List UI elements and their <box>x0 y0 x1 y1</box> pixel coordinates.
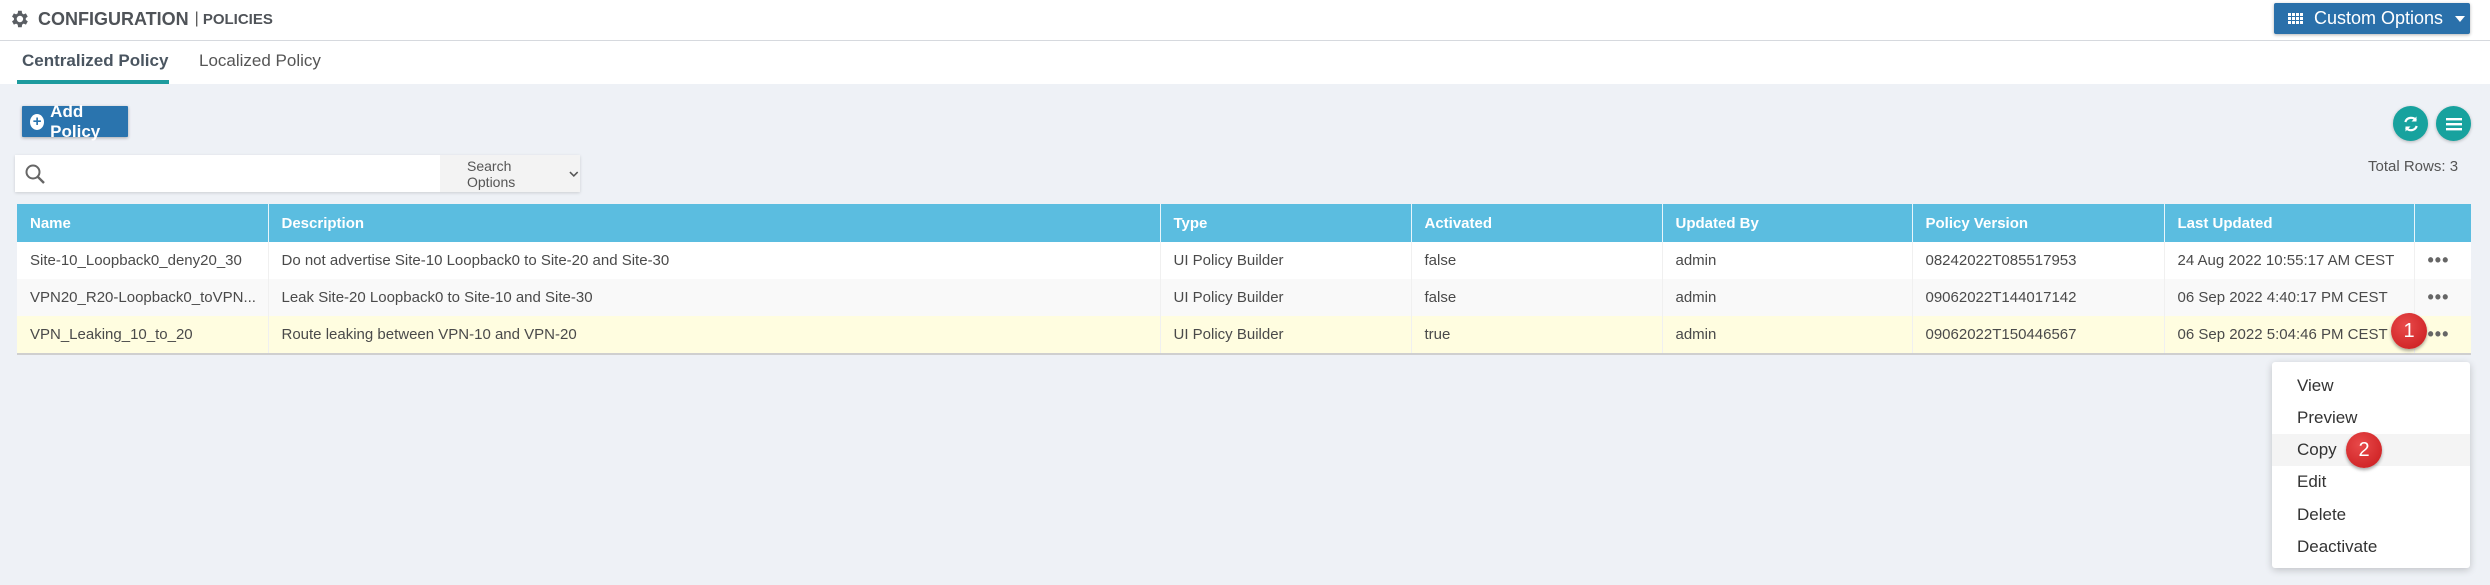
menu-item-preview[interactable]: Preview <box>2272 402 2470 434</box>
total-rows-count: Total Rows: 3 <box>2368 158 2459 175</box>
refresh-button[interactable] <box>2393 106 2428 141</box>
search-bar: Search Options <box>15 155 580 192</box>
menu-item-view[interactable]: View <box>2272 370 2470 402</box>
menu-item-label: View <box>2297 376 2334 395</box>
cell-activated: false <box>1411 242 1663 279</box>
cell-description: Route leaking between VPN-10 and VPN-20 <box>268 316 1161 355</box>
search-options-label: Search Options <box>467 157 516 190</box>
plus-circle-icon: + <box>30 113 45 130</box>
cell-policy-version: 09062022T144017142 <box>1912 279 2165 316</box>
custom-options-button[interactable]: Custom Options <box>2274 3 2470 34</box>
menu-item-label: Delete <box>2297 505 2347 524</box>
active-tab-indicator <box>17 80 169 84</box>
menu-item-edit[interactable]: Edit <box>2272 466 2470 498</box>
add-policy-label: Add Policy <box>50 101 101 141</box>
step-badge-2: 2 <box>2346 432 2382 468</box>
menu-item-delete[interactable]: Delete <box>2272 499 2470 531</box>
page-title: CONFIGURATION | POLICIES <box>8 8 273 30</box>
cell-description: Leak Site-20 Loopback0 to Site-10 and Si… <box>268 279 1161 316</box>
table-row[interactable]: Site-10_Loopback0_deny20_30 Do not adver… <box>17 242 2471 279</box>
cell-activated: false <box>1411 279 1663 316</box>
gear-icon <box>12 10 28 28</box>
cell-policy-version: 09062022T150446567 <box>1912 316 2165 355</box>
custom-options-label: Custom Options <box>2314 8 2444 28</box>
column-header-name[interactable]: Name <box>17 204 269 242</box>
menu-item-label: Copy <box>2297 440 2337 459</box>
tab-centralized-policy[interactable]: Centralized Policy <box>22 51 168 71</box>
more-actions-button[interactable]: ••• <box>2428 324 2450 344</box>
column-header-activated[interactable]: Activated <box>1411 204 1663 242</box>
page-subtitle: POLICIES <box>202 10 273 28</box>
cell-name: VPN_Leaking_10_to_20 <box>17 316 269 355</box>
refresh-icon <box>2403 116 2418 131</box>
cell-description: Do not advertise Site-10 Loopback0 to Si… <box>268 242 1161 279</box>
cell-updated-by: admin <box>1662 279 1913 316</box>
cell-name: VPN20_R20-Loopback0_toVPN... <box>17 279 269 316</box>
table-row[interactable]: VPN20_R20-Loopback0_toVPN... Leak Site-2… <box>17 279 2471 316</box>
table-menu-button[interactable] <box>2436 106 2471 141</box>
cell-type: UI Policy Builder <box>1160 279 1412 316</box>
policies-table: Name Description Type Activated Updated … <box>17 204 2471 355</box>
column-header-last-updated[interactable]: Last Updated <box>2164 204 2415 242</box>
search-input[interactable] <box>55 159 449 189</box>
menu-item-label: Deactivate <box>2297 537 2378 556</box>
cell-last-updated: 24 Aug 2022 10:55:17 AM CEST <box>2164 242 2415 279</box>
table-grid-icon <box>2288 13 2303 24</box>
menu-item-label: Edit <box>2297 472 2327 491</box>
cell-updated-by: admin <box>1662 242 1913 279</box>
cell-updated-by: admin <box>1662 316 1913 355</box>
tab-localized-policy[interactable]: Localized Policy <box>199 51 321 71</box>
cell-type: UI Policy Builder <box>1160 316 1412 355</box>
column-header-description[interactable]: Description <box>268 204 1161 242</box>
section-title: CONFIGURATION <box>38 8 189 29</box>
menu-item-label: Preview <box>2297 408 2358 427</box>
cell-type: UI Policy Builder <box>1160 242 1412 279</box>
more-actions-button[interactable]: ••• <box>2428 287 2450 307</box>
table-row-selected[interactable]: VPN_Leaking_10_to_20 Route leaking betwe… <box>17 316 2471 355</box>
add-policy-button[interactable]: + Add Policy <box>22 102 128 141</box>
menu-item-deactivate[interactable]: Deactivate <box>2272 531 2470 563</box>
cell-name: Site-10_Loopback0_deny20_30 <box>17 242 269 279</box>
top-bar: CONFIGURATION | POLICIES Custom Options <box>0 0 2490 41</box>
policy-tabs: Centralized Policy Localized Policy <box>0 41 2490 84</box>
hamburger-menu-icon <box>2445 117 2462 130</box>
cell-last-updated: 06 Sep 2022 5:04:46 PM CEST <box>2164 316 2415 355</box>
column-header-policy-version[interactable]: Policy Version <box>1912 204 2165 242</box>
column-header-type[interactable]: Type <box>1160 204 1412 242</box>
search-icon <box>25 164 45 184</box>
search-options-dropdown[interactable]: Search Options <box>440 155 580 192</box>
caret-down-icon <box>2455 15 2466 22</box>
cell-policy-version: 08242022T085517953 <box>1912 242 2165 279</box>
more-actions-button[interactable]: ••• <box>2428 250 2450 270</box>
column-header-actions <box>2414 204 2471 242</box>
cell-activated: true <box>1411 316 1663 355</box>
chevron-down-icon <box>569 171 579 177</box>
column-header-updated-by[interactable]: Updated By <box>1662 204 1913 242</box>
cell-last-updated: 06 Sep 2022 4:40:17 PM CEST <box>2164 279 2415 316</box>
step-badge-1: 1 <box>2391 313 2427 349</box>
table-header-row: Name Description Type Activated Updated … <box>17 204 2471 242</box>
title-separator: | <box>194 10 199 27</box>
